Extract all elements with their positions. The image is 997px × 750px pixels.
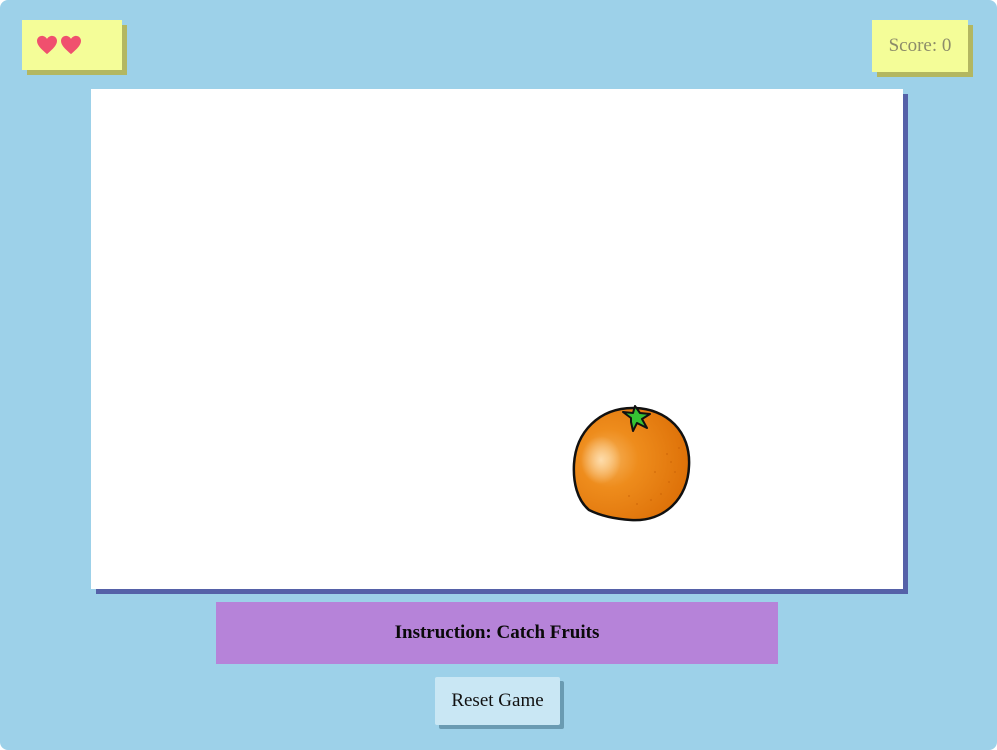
heart-icon — [61, 35, 81, 55]
game-area[interactable] — [91, 89, 903, 589]
orange-icon[interactable] — [571, 402, 695, 526]
lives-panel — [22, 20, 122, 70]
score-label: Score: 0 — [888, 35, 952, 56]
instruction-bar: Instruction: Catch Fruits — [216, 602, 778, 664]
reset-game-button[interactable]: Reset Game — [435, 677, 560, 725]
instruction-text: Instruction: Catch Fruits — [394, 622, 600, 643]
heart-icon — [37, 35, 57, 55]
score-display: Score: 0 — [872, 20, 968, 72]
game-frame: Score: 0 Instruction: Catch Fruits Reset… — [0, 0, 997, 750]
